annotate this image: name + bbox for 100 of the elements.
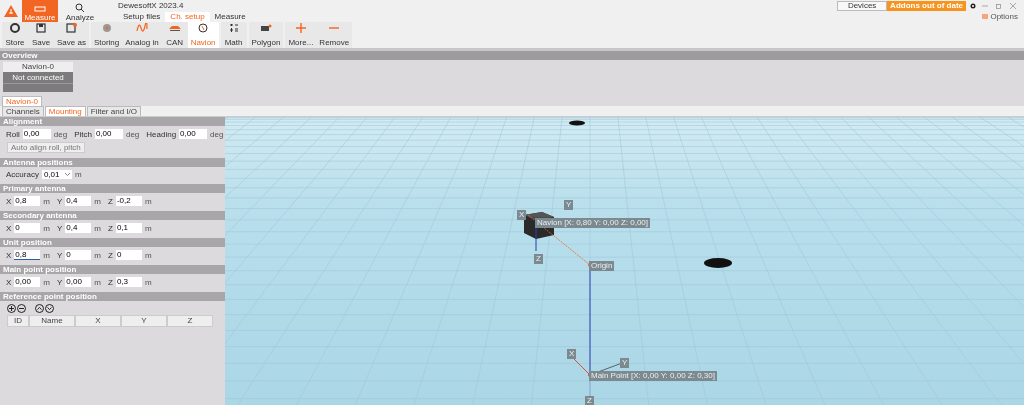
field-label: Accuracy (6, 170, 39, 179)
field-label: Y (57, 223, 63, 233)
compass-icon (198, 23, 209, 33)
field-label: Roll (6, 129, 20, 139)
window-title: DewesoftX 2023.4 (118, 1, 184, 10)
field-label: Z (108, 250, 113, 260)
close-icon[interactable] (1010, 3, 1016, 9)
disk-icon (101, 23, 112, 33)
scene-label: Z (585, 396, 594, 405)
up-down-icons[interactable] (35, 304, 55, 313)
auto-align-button[interactable]: Auto align roll, pitch (7, 142, 85, 153)
options-label[interactable]: Options (990, 12, 1018, 21)
input-field[interactable]: 0,00 (65, 277, 92, 287)
field-label: X (6, 223, 12, 233)
add-remove-icons[interactable] (7, 304, 27, 313)
input-field[interactable]: -0,2 (115, 196, 142, 206)
wave-icon (135, 23, 148, 33)
input-field[interactable]: 0,3 (115, 277, 142, 287)
unit-label: m (43, 196, 50, 206)
field-label: Y (57, 277, 63, 287)
settings-icon[interactable] (970, 3, 976, 9)
disc-shape (704, 258, 732, 268)
mode-tab[interactable]: Analyze (62, 0, 98, 22)
setup-tab[interactable]: Measure (209, 12, 251, 22)
record-icon (10, 23, 20, 33)
toolbar-button[interactable]: CAN (161, 22, 188, 48)
input-field[interactable]: 0,4 (65, 196, 92, 206)
field-label: Y (57, 250, 63, 260)
unit-label: m (144, 196, 152, 206)
toolbar-button[interactable]: Save (28, 22, 54, 48)
car-icon (167, 23, 182, 33)
save-as-icon (65, 23, 77, 33)
unit-label: m (43, 223, 50, 233)
scene-label: X (517, 210, 527, 220)
column-header: ID (7, 315, 29, 327)
toolbar-button[interactable]: Analog in (122, 22, 162, 48)
offset-line (527, 214, 591, 266)
setup-tab[interactable]: Setup files (118, 12, 166, 22)
toolbar-button[interactable]: Store (2, 22, 28, 48)
scene-label: Origin (589, 261, 615, 271)
field-label: Pitch (74, 129, 92, 139)
minimize-icon[interactable] (982, 3, 988, 9)
unit-label: deg (125, 129, 140, 139)
math-icon (228, 23, 239, 33)
unit-label: m (144, 223, 152, 233)
panel-tab[interactable]: Filter and I/O (86, 106, 141, 116)
unit-label: m (94, 250, 102, 260)
input-field[interactable]: 0,4 (65, 223, 92, 233)
field-label: Heading (146, 129, 177, 139)
section-header: Antenna positions (0, 158, 225, 167)
disc-shape (569, 120, 585, 126)
input-field[interactable]: 0,00 (14, 277, 41, 287)
unit-label: deg (210, 129, 224, 139)
toolbar-button[interactable]: Math (220, 22, 247, 48)
scene-label: Z (534, 254, 543, 264)
caret-icon (64, 173, 70, 176)
devices-button[interactable]: Devices (837, 1, 888, 11)
input-field[interactable]: 0 (14, 223, 41, 233)
scene-label: Y (620, 358, 630, 368)
toolbar-button[interactable]: Remove (316, 22, 353, 48)
options-icon[interactable] (982, 14, 989, 19)
input-field[interactable]: 0,00 (94, 129, 123, 139)
toolbar-button[interactable]: Save as (54, 22, 89, 48)
field-label: X (6, 196, 12, 206)
ruler-icon (34, 5, 46, 13)
unit-label: m (94, 196, 102, 206)
toolbar-button[interactable]: Storing (90, 22, 123, 48)
section-header: Reference point position (0, 292, 225, 301)
input-field[interactable]: 0,00 (179, 129, 208, 139)
unit-label: m (43, 250, 50, 260)
input-field[interactable]: 0,00 (22, 129, 51, 139)
unit-label: m (74, 170, 82, 179)
column-header: X (75, 315, 121, 327)
field-label: X (6, 277, 12, 287)
field-label: Z (108, 223, 113, 233)
unit-label: m (94, 223, 102, 233)
input-field[interactable]: 0 (115, 250, 142, 260)
unit-label: m (144, 250, 152, 260)
restore-icon[interactable] (996, 3, 1002, 9)
device-card[interactable]: Navion-0 Not connected (3, 62, 73, 92)
section-header: Unit position (0, 238, 225, 247)
input-field[interactable]: 0,8 (14, 250, 41, 260)
column-header: Z (167, 315, 213, 327)
device-name: Navion-0 (3, 62, 73, 72)
axis-line (535, 226, 537, 252)
input-field[interactable]: 0,8 (14, 196, 41, 206)
unit-label: m (144, 277, 152, 287)
accuracy-dropdown[interactable]: 0,01 (41, 170, 72, 179)
toolbar-button[interactable]: Polygon (248, 22, 284, 48)
section-header: Primary antenna (0, 184, 225, 193)
input-field[interactable]: 0 (65, 250, 92, 260)
toolbar-button[interactable]: More... (285, 22, 317, 48)
column-header: Y (121, 315, 167, 327)
input-field[interactable]: 0,1 (115, 223, 142, 233)
logo-icon (4, 5, 18, 17)
polygon-icon (260, 23, 272, 33)
field-label: X (6, 250, 12, 260)
panel-tab[interactable]: Channels (2, 106, 44, 116)
point-marker (588, 373, 592, 377)
plus-icon (295, 23, 306, 33)
